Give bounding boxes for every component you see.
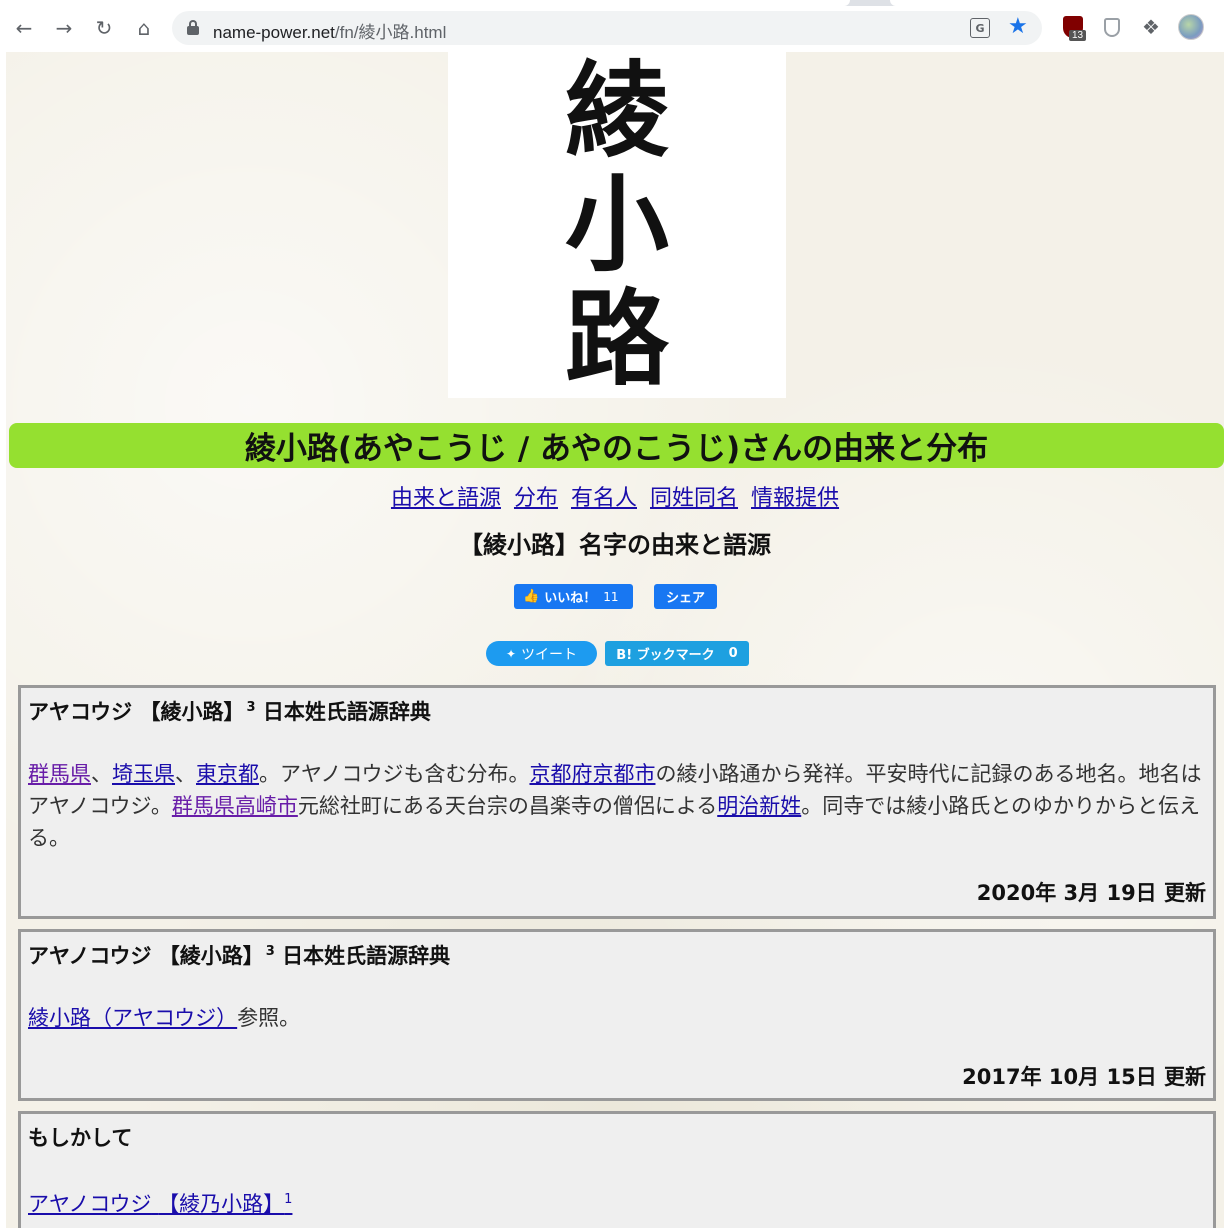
surname-hero-image: 綾 小 路 xyxy=(448,52,786,398)
extension-badge: 13 xyxy=(1069,30,1087,41)
nav-link-distribution[interactable]: 分布 xyxy=(514,486,558,511)
link-tokyo[interactable]: 東京都 xyxy=(196,762,259,786)
did-you-mean-heading: もしかして xyxy=(28,1126,133,1150)
bookmark-star-icon[interactable]: ★ xyxy=(1008,14,1028,39)
nav-link-origin[interactable]: 由来と語源 xyxy=(391,486,501,511)
translate-icon[interactable]: G xyxy=(970,18,990,38)
tweet-button[interactable]: ✦ ツイート xyxy=(486,641,597,666)
nav-link-famous-people[interactable]: 有名人 xyxy=(571,486,637,511)
hatena-bookmark-button[interactable]: B! ブックマーク 0 xyxy=(605,641,749,666)
link-takasaki-city[interactable]: 群馬県高崎市 xyxy=(172,794,298,818)
entry-heading: アヤコウジ 【綾小路】 3 日本姓氏語源辞典 xyxy=(28,700,431,724)
etymology-entry: アヤコウジ 【綾小路】 3 日本姓氏語源辞典 群馬県、埼玉県、東京都。アヤノコウジ… xyxy=(18,685,1216,919)
hatena-count: 0 xyxy=(728,646,738,661)
nav-link-same-name[interactable]: 同姓同名 xyxy=(650,486,738,511)
twitter-bird-icon: ✦ xyxy=(505,646,517,661)
ublock-extension-icon[interactable]: 13 xyxy=(1058,12,1088,42)
like-count: 11 xyxy=(603,589,619,604)
section-heading: 【綾小路】名字の由来と語源 xyxy=(459,531,771,559)
facebook-like-button[interactable]: 👍 いいね！ 11 xyxy=(514,584,633,609)
hero-char: 小 xyxy=(564,164,669,286)
profile-avatar[interactable] xyxy=(1176,12,1206,42)
link-meiji-surname[interactable]: 明治新姓 xyxy=(717,794,801,818)
link-ayanokouji-alt[interactable]: アヤノコウジ 【綾乃小路】1 xyxy=(28,1192,292,1216)
entry-heading: アヤノコウジ 【綾小路】 3 日本姓氏語源辞典 xyxy=(28,944,451,968)
entry-date: 2020年 3月 19日 更新 xyxy=(976,881,1206,905)
reload-icon[interactable]: ↻ xyxy=(88,12,120,44)
did-you-mean-item: アヤノコウジ 【綾乃小路】1 xyxy=(28,1184,1208,1220)
shield-extension-icon[interactable] xyxy=(1097,12,1127,42)
link-saitama[interactable]: 埼玉県 xyxy=(112,762,175,786)
forward-arrow-icon[interactable]: → xyxy=(48,12,80,44)
thumbs-up-icon: 👍 xyxy=(523,589,540,604)
nav-link-submit-info[interactable]: 情報提供 xyxy=(751,486,839,511)
hero-char: 綾 xyxy=(564,52,669,172)
facebook-share-button[interactable]: シェア xyxy=(654,584,717,609)
lock-icon[interactable] xyxy=(187,20,199,35)
entry-body: 群馬県、埼玉県、東京都。アヤノコウジも含む分布。京都府京都市の綾小路通から発祥。… xyxy=(28,762,1202,850)
tab-strip xyxy=(0,0,1224,6)
did-you-mean-box: もしかして アヤノコウジ 【綾乃小路】1 xyxy=(18,1111,1216,1228)
address-bar[interactable]: name-power.net/fn/綾小路.html G ★ xyxy=(172,11,1042,45)
section-nav: 由来と語源 分布 有名人 同姓同名 情報提供 xyxy=(6,480,1224,512)
extensions-puzzle-icon[interactable]: ❖ xyxy=(1136,12,1166,42)
url-text[interactable]: name-power.net/fn/綾小路.html xyxy=(213,18,446,43)
link-ayakouji[interactable]: 綾小路（アヤコウジ） xyxy=(28,1006,237,1030)
link-kyoto-city[interactable]: 京都府京都市 xyxy=(529,762,655,786)
hero-char: 路 xyxy=(564,278,669,400)
entry-date: 2017年 10月 15日 更新 xyxy=(962,1065,1206,1089)
link-gunma[interactable]: 群馬県 xyxy=(28,762,91,786)
home-icon[interactable]: ⌂ xyxy=(128,12,160,44)
entry-body: 綾小路（アヤコウジ）参照。 xyxy=(28,1006,301,1030)
page-title-bar: 綾小路(あやこうじ / あやのこうじ)さんの由来と分布 xyxy=(9,423,1224,468)
back-arrow-icon[interactable]: ← xyxy=(8,12,40,44)
browser-toolbar: ← → ↻ ⌂ name-power.net/fn/綾小路.html G ★ 1… xyxy=(0,0,1224,52)
page-title: 綾小路(あやこうじ / あやのこうじ)さんの由来と分布 xyxy=(244,431,989,467)
etymology-entry: アヤノコウジ 【綾小路】 3 日本姓氏語源辞典 綾小路（アヤコウジ）参照。 201… xyxy=(18,929,1216,1101)
page-content: 綾 小 路 綾小路(あやこうじ / あやのこうじ)さんの由来と分布 由来と語源 … xyxy=(6,52,1224,1228)
